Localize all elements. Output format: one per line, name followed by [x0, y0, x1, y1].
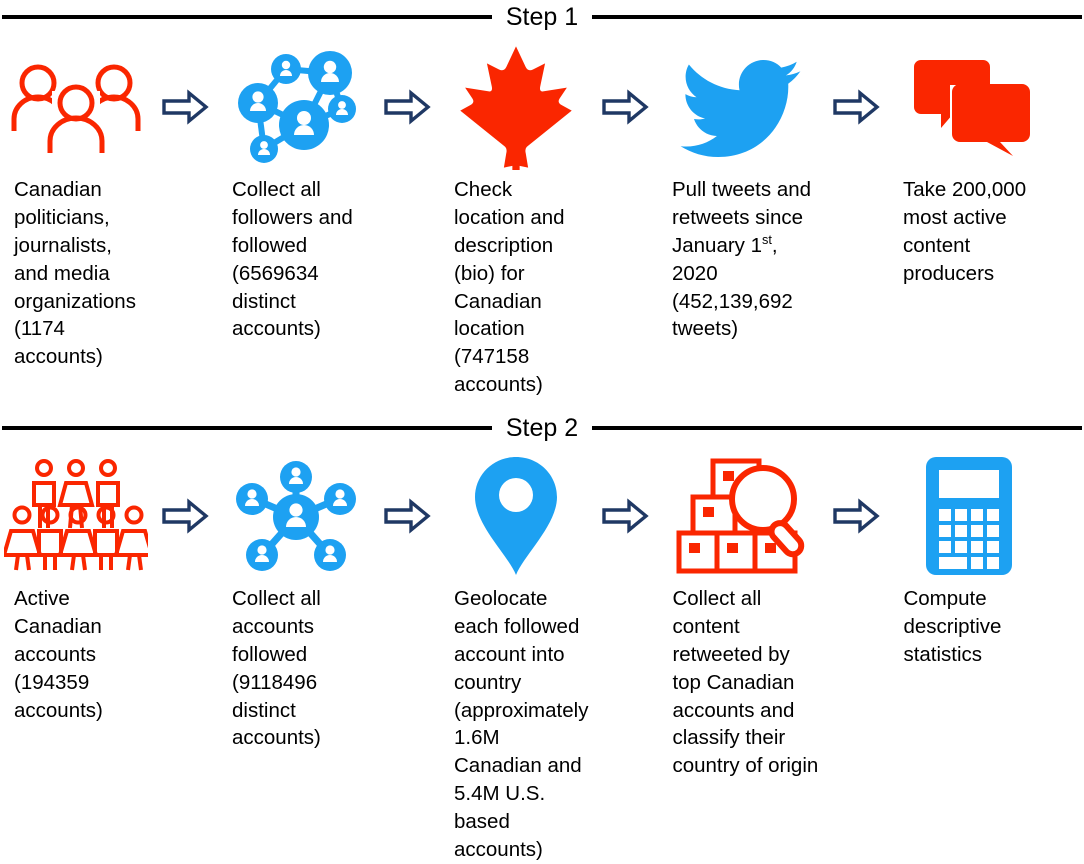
stage-label-pre: Pull tweets and retweets since January 1 — [672, 178, 812, 257]
three-people-icon — [0, 42, 152, 172]
boxes-magnifier-icon — [658, 451, 823, 581]
right-arrow-icon — [602, 89, 649, 125]
step-1-header: Step 1 — [0, 0, 1084, 34]
arrow-2-1 — [152, 451, 218, 581]
step-1-stage-row: Canadian politicians, journalists, and m… — [0, 42, 1084, 399]
stage-collect-retweeted-content: Collect all content retweeted by top Can… — [658, 451, 823, 780]
right-arrow-icon — [384, 498, 431, 534]
stage-label: Geolocate each followed account into cou… — [454, 587, 589, 861]
right-arrow-icon — [162, 89, 209, 125]
step-1-rule-right — [592, 15, 1082, 19]
step-2-header: Step 2 — [0, 411, 1084, 445]
stage-canadian-politicians: Canadian politicians, journalists, and m… — [0, 42, 152, 371]
right-arrow-icon — [162, 498, 209, 534]
stage-label: Take 200,000 most active content produce… — [903, 178, 1027, 285]
step-2-label: Step 2 — [505, 413, 579, 442]
stage-pull-tweets: Pull tweets and retweets since January 1… — [658, 42, 823, 343]
right-arrow-icon — [833, 89, 880, 125]
stage-label: Collect all followers and followed (6569… — [232, 178, 353, 341]
right-arrow-icon — [384, 89, 431, 125]
stage-label: Pull tweets and retweets since January 1… — [658, 176, 823, 343]
stage-label: Active Canadian accounts (194359 account… — [14, 587, 103, 722]
stage-active-canadian-accounts: Active Canadian accounts (194359 account… — [0, 451, 152, 724]
pipeline-diagram: Step 1 Canadian politicians, journalists… — [0, 0, 1084, 861]
stage-top-content-producers: Take 200,000 most active content produce… — [889, 42, 1049, 288]
arrow-2-4 — [823, 451, 889, 581]
stage-label: Compute descriptive statistics — [903, 587, 1002, 666]
step-2-rule-right — [592, 426, 1082, 430]
stage-compute-statistics: Compute descriptive statistics — [889, 451, 1049, 669]
speech-bubbles-icon — [889, 42, 1049, 172]
map-pin-icon — [440, 451, 592, 581]
arrow-2-2 — [374, 451, 440, 581]
step-1-label: Step 1 — [505, 2, 579, 31]
arrow-1-4 — [823, 42, 889, 172]
step-2-stage-row: Active Canadian accounts (194359 account… — [0, 451, 1084, 864]
maple-leaf-icon — [440, 42, 592, 172]
right-arrow-icon — [833, 498, 881, 534]
twitter-bird-icon — [658, 42, 823, 172]
stage-collect-followers: Collect all followers and followed (6569… — [218, 42, 374, 343]
right-arrow-icon — [602, 498, 650, 534]
stage-label: Canadian politicians, journalists, and m… — [14, 178, 136, 369]
stage-geolocate-accounts: Geolocate each followed account into cou… — [440, 451, 592, 864]
network-graph-icon — [218, 42, 374, 172]
arrow-1-2 — [374, 42, 440, 172]
hub-network-icon — [218, 451, 374, 581]
stage-label: Collect all accounts followed (9118496 d… — [232, 587, 321, 750]
stage-label: Check location and description (bio) for… — [454, 178, 565, 397]
step-1-rule-left — [2, 15, 492, 19]
arrow-2-3 — [592, 451, 658, 581]
arrow-1-1 — [152, 42, 218, 172]
stage-label: Collect all content retweeted by top Can… — [672, 587, 819, 778]
stage-check-location: Check location and description (bio) for… — [440, 42, 592, 399]
crowd-of-people-icon — [0, 451, 152, 581]
step-2-rule-left — [2, 426, 492, 430]
stage-collect-accounts-followed: Collect all accounts followed (9118496 d… — [218, 451, 374, 752]
arrow-1-3 — [592, 42, 658, 172]
ordinal-suffix: st — [762, 231, 772, 247]
calculator-icon — [889, 451, 1049, 581]
